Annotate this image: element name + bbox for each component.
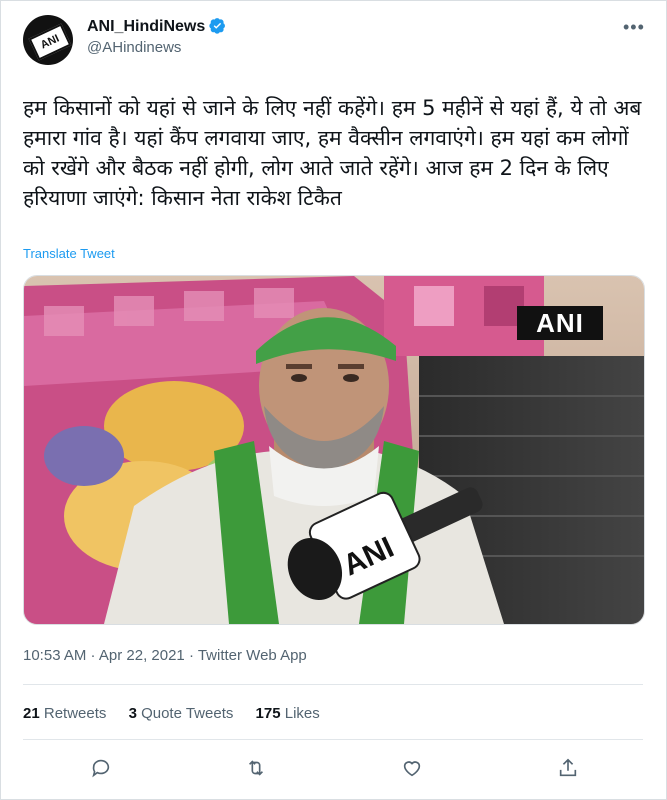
retweet-icon[interactable]	[241, 753, 271, 783]
likes-stat[interactable]: 175 Likes	[256, 705, 320, 722]
more-options-icon[interactable]: •••	[623, 17, 645, 38]
tweet-text: हम किसानों को यहां से जाने के लिए नहीं क…	[23, 96, 642, 210]
verified-badge-icon	[209, 18, 226, 34]
likes-label: Likes	[284, 705, 320, 722]
engagement-stats: 21 Retweets 3 Quote Tweets 175 Likes	[23, 705, 338, 722]
tweet-card: ANI ANI_HindiNews @AHindinews ••• हम किस…	[0, 0, 667, 800]
action-bar	[23, 753, 643, 783]
divider	[23, 739, 643, 740]
avatar[interactable]: ANI	[23, 15, 73, 65]
likes-count: 175	[255, 705, 281, 722]
tweet-media-video-thumbnail[interactable]: ANI ANI	[23, 275, 645, 625]
avatar-logo: ANI	[28, 23, 72, 61]
divider	[23, 684, 643, 685]
retweets-stat[interactable]: 21 Retweets	[23, 705, 106, 722]
ani-watermark-logo: ANI	[517, 306, 603, 340]
display-name[interactable]: ANI_HindiNews	[87, 17, 226, 36]
like-icon[interactable]	[397, 753, 427, 783]
user-handle[interactable]: @AHindinews	[87, 39, 181, 56]
quote-tweets-stat[interactable]: 3 Quote Tweets	[129, 705, 234, 722]
retweets-label: Retweets	[43, 705, 107, 722]
tweet-timestamp[interactable]: 10:53 AM · Apr 22, 2021 · Twitter Web Ap…	[23, 647, 307, 664]
display-name-text[interactable]: ANI_HindiNews	[87, 18, 205, 35]
share-icon[interactable]	[553, 753, 583, 783]
reply-icon[interactable]	[86, 753, 116, 783]
quotes-label: Quote Tweets	[141, 705, 234, 722]
translate-tweet-link[interactable]: Translate Tweet	[23, 246, 115, 261]
quotes-count: 3	[128, 705, 137, 722]
retweets-count: 21	[23, 705, 40, 722]
